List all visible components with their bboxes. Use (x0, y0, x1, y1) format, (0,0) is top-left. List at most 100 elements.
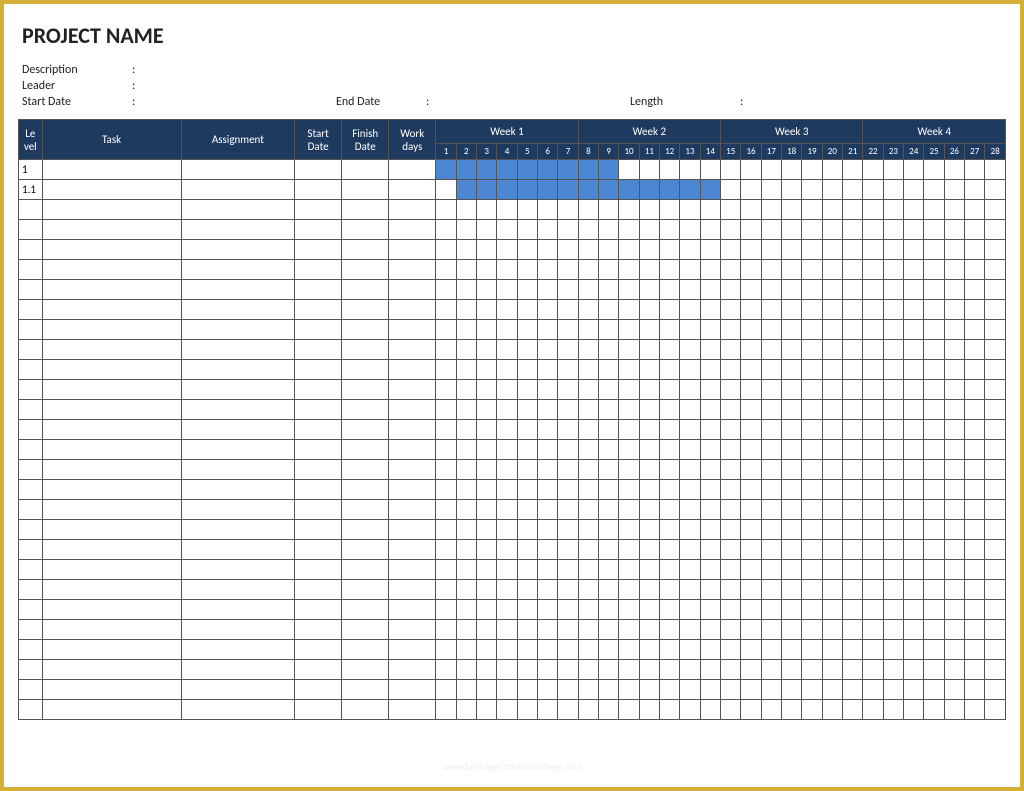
table-row (19, 340, 1006, 360)
day-cell (700, 400, 720, 420)
day-cell (721, 300, 741, 320)
cell (389, 300, 436, 320)
cell (389, 520, 436, 540)
day-cell (761, 700, 781, 720)
header-day-28: 28 (985, 144, 1006, 160)
day-cell (843, 320, 863, 340)
day-cell (741, 220, 761, 240)
day-cell (700, 580, 720, 600)
meta-leader-label: Leader (22, 79, 132, 93)
day-cell (883, 600, 903, 620)
table-row (19, 520, 1006, 540)
day-cell (802, 620, 822, 640)
day-cell (741, 240, 761, 260)
day-cell (843, 240, 863, 260)
day-cell (761, 320, 781, 340)
day-cell (599, 440, 619, 460)
day-cell (517, 480, 537, 500)
day-cell (680, 320, 700, 340)
day-cell (761, 420, 781, 440)
day-cell (944, 180, 964, 200)
day-cell (578, 540, 598, 560)
cell (295, 160, 342, 180)
day-cell (965, 620, 985, 640)
day-cell (599, 520, 619, 540)
header-day-6: 6 (537, 144, 557, 160)
day-cell (680, 500, 700, 520)
day-cell (904, 580, 924, 600)
day-cell (782, 680, 802, 700)
day-cell (985, 260, 1006, 280)
day-cell (436, 460, 456, 480)
day-cell (965, 280, 985, 300)
day-cell (965, 160, 985, 180)
day-cell (944, 320, 964, 340)
day-cell (639, 640, 659, 660)
header-day-16: 16 (741, 144, 761, 160)
day-cell (761, 500, 781, 520)
cell (342, 320, 389, 340)
day-cell (639, 400, 659, 420)
cell (181, 380, 294, 400)
day-cell (883, 340, 903, 360)
day-cell (599, 400, 619, 420)
cell (19, 320, 43, 340)
cell (181, 220, 294, 240)
day-cell (680, 580, 700, 600)
day-cell (680, 540, 700, 560)
day-cell (883, 520, 903, 540)
table-row (19, 360, 1006, 380)
day-cell (599, 580, 619, 600)
day-cell (497, 240, 517, 260)
day-cell (985, 460, 1006, 480)
day-cell (822, 660, 842, 680)
day-cell (843, 340, 863, 360)
day-cell (680, 680, 700, 700)
day-cell (741, 200, 761, 220)
day-cell (639, 460, 659, 480)
day-cell (985, 180, 1006, 200)
cell (181, 280, 294, 300)
day-cell (822, 380, 842, 400)
cell (181, 440, 294, 460)
day-cell (578, 340, 598, 360)
day-cell (904, 400, 924, 420)
day-cell (965, 360, 985, 380)
day-cell (822, 560, 842, 580)
day-cell (843, 300, 863, 320)
day-cell (578, 260, 598, 280)
day-cell (558, 300, 578, 320)
day-cell (741, 700, 761, 720)
header-day-18: 18 (782, 144, 802, 160)
day-cell (517, 160, 537, 180)
day-cell (660, 600, 680, 620)
cell (389, 400, 436, 420)
day-cell (924, 380, 944, 400)
day-cell (619, 160, 639, 180)
day-cell (456, 300, 476, 320)
day-cell (680, 400, 700, 420)
day-cell (476, 680, 496, 700)
day-cell (802, 360, 822, 380)
day-cell (721, 520, 741, 540)
day-cell (843, 280, 863, 300)
day-cell (537, 360, 557, 380)
day-cell (619, 660, 639, 680)
cell (342, 180, 389, 200)
day-cell (537, 620, 557, 640)
table-row (19, 420, 1006, 440)
day-cell (965, 700, 985, 720)
cell (42, 660, 181, 680)
day-cell (741, 260, 761, 280)
cell (342, 220, 389, 240)
day-cell (822, 180, 842, 200)
day-cell (985, 320, 1006, 340)
day-cell (476, 280, 496, 300)
day-cell (680, 180, 700, 200)
day-cell (761, 480, 781, 500)
day-cell (476, 420, 496, 440)
day-cell (924, 620, 944, 640)
day-cell (741, 160, 761, 180)
cell (181, 200, 294, 220)
day-cell (883, 460, 903, 480)
